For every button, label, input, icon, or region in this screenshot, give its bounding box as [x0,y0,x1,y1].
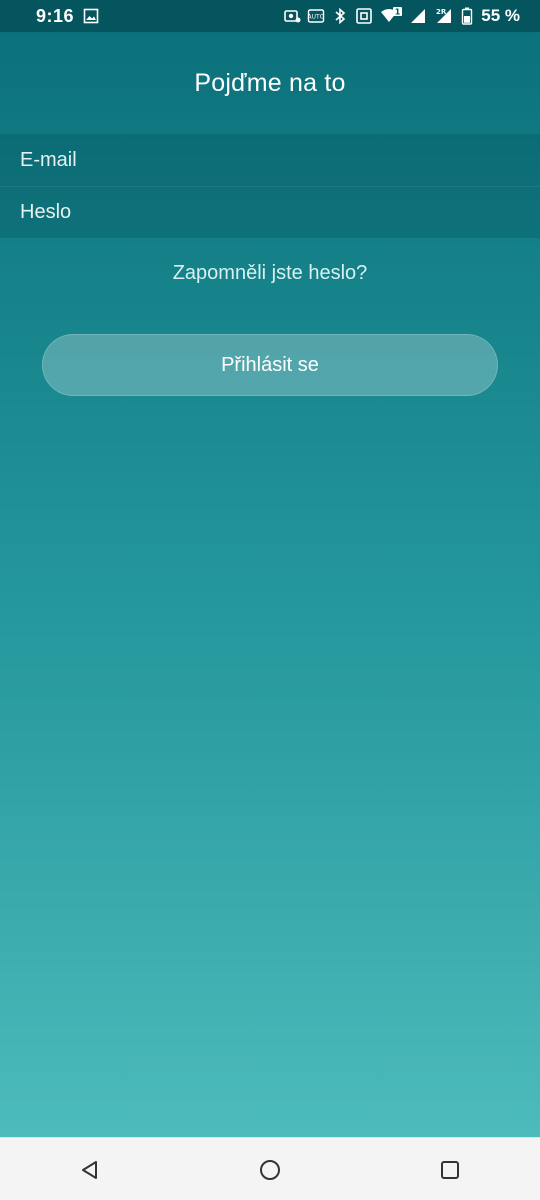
header: Pojďme na to [0,32,540,134]
nfc-icon [355,7,373,25]
bluetooth-icon [331,7,349,25]
battery-icon [461,7,473,25]
email-field[interactable] [0,134,540,186]
svg-text:AUTO: AUTO [308,14,325,21]
login-button[interactable]: Přihlásit se [42,334,498,396]
password-field[interactable] [0,186,540,238]
back-icon[interactable] [60,1145,120,1195]
forgot-password-link[interactable]: Zapomněli jste heslo? [0,262,540,285]
signal-icon [409,7,427,25]
battery-percent: 55 % [481,6,520,25]
recents-icon[interactable] [420,1145,480,1195]
home-icon[interactable] [240,1145,300,1195]
login-form [0,134,540,238]
wifi-icon: 1 [379,7,403,25]
image-icon [82,7,100,25]
login-screen: 9:16 AUTO 1 2R 55 % Pojďme na to E-mail … [0,0,540,1200]
sim2-badge: 2R [436,8,447,16]
navigation-bar [0,1137,540,1200]
sim1-badge: 1 [395,8,401,17]
status-time: 9:16 [36,5,75,26]
screen-record-icon [283,7,301,25]
auto-brightness-icon: AUTO [307,7,325,25]
page-title: Pojďme na to [194,68,346,97]
status-bar: 9:16 AUTO 1 2R 55 % [0,0,540,32]
signal-icon: 2R [433,7,455,25]
